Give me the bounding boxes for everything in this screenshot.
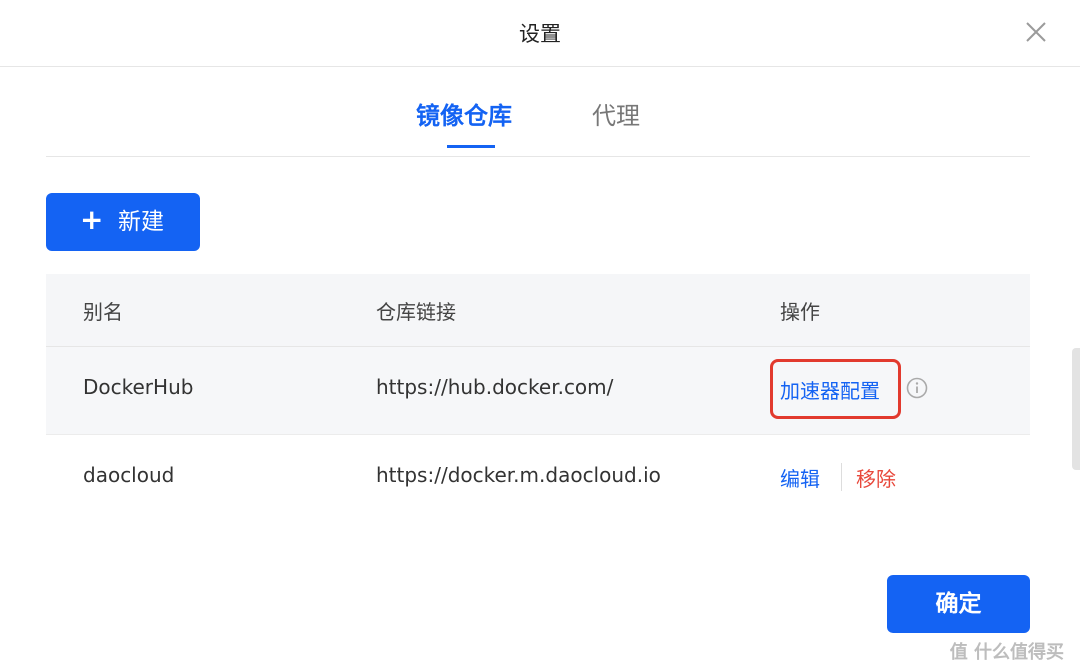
tab-bar: 镜像仓库 代理: [46, 66, 1030, 157]
settings-dialog: 设置 镜像仓库 代理 + 新建 别名 仓库链接 操作 DockerHub htt…: [0, 0, 1080, 672]
close-icon[interactable]: [1024, 20, 1048, 44]
table-row: daocloud https://docker.m.daocloud.io 编辑…: [46, 435, 1030, 522]
alias-cell: DockerHub: [83, 375, 194, 399]
confirm-button[interactable]: 确定: [887, 575, 1030, 633]
alias-cell: daocloud: [83, 463, 175, 487]
tab-mirror-repository[interactable]: 镜像仓库: [416, 96, 512, 131]
watermark: 值 什么值得买: [949, 642, 1064, 663]
column-alias: 别名: [83, 300, 123, 324]
repository-link-cell: https://hub.docker.com/: [376, 375, 614, 399]
tab-proxy[interactable]: 代理: [592, 96, 640, 131]
table-row: DockerHub https://hub.docker.com/ 加速器配置: [46, 347, 1030, 435]
active-tab-indicator: [447, 145, 495, 148]
scrollbar-thumb[interactable]: [1072, 348, 1080, 470]
table-header-row: 别名 仓库链接 操作: [46, 274, 1030, 347]
new-button[interactable]: + 新建: [46, 193, 200, 251]
column-repository-link: 仓库链接: [376, 300, 456, 324]
action-divider: [841, 463, 842, 491]
info-icon[interactable]: [906, 377, 928, 399]
dialog-title: 设置: [519, 22, 561, 46]
dialog-header: 设置: [0, 0, 1080, 67]
repository-link-cell: https://docker.m.daocloud.io: [376, 463, 661, 487]
new-button-label: 新建: [118, 209, 164, 235]
highlight-box: [770, 359, 901, 419]
plus-icon: +: [80, 203, 104, 236]
remove-link[interactable]: 移除: [856, 463, 896, 492]
column-actions: 操作: [780, 300, 820, 324]
edit-link[interactable]: 编辑: [780, 463, 820, 492]
repository-table: 别名 仓库链接 操作 DockerHub https://hub.docker.…: [46, 274, 1030, 522]
